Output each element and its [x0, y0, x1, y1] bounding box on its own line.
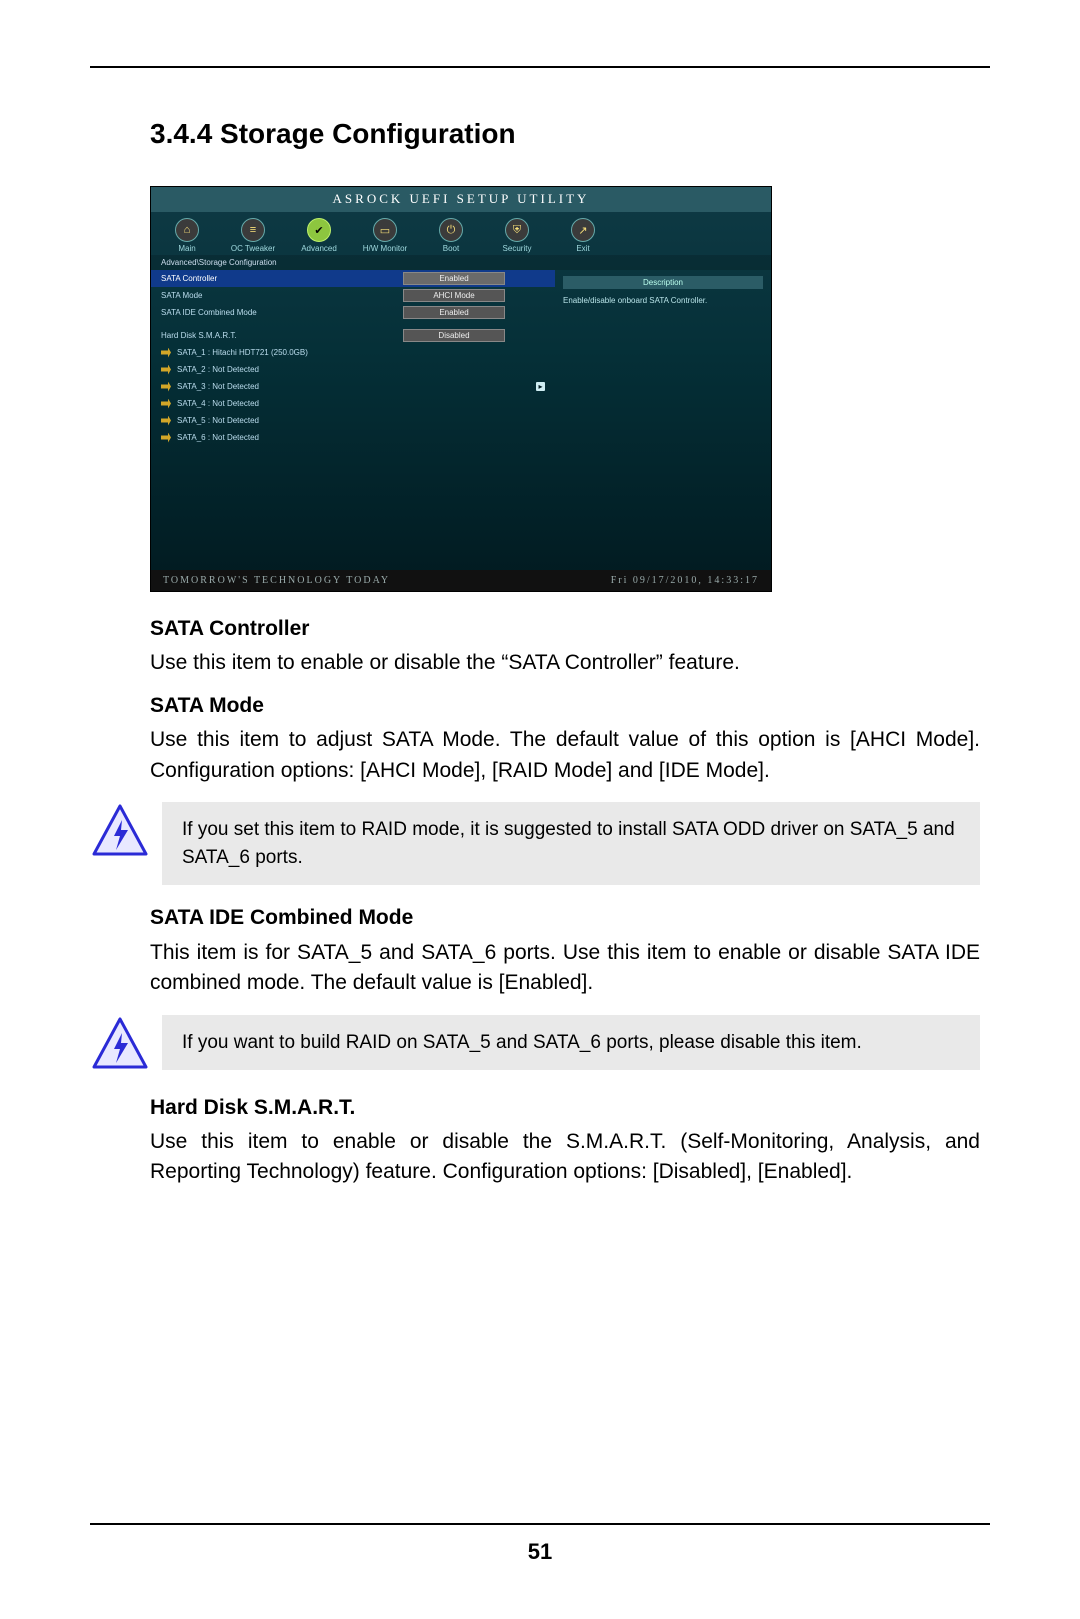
bios-body: SATA Controller Enabled SATA Mode AHCI M… [151, 270, 771, 570]
port-row[interactable]: SATA_4 : Not Detected [151, 395, 555, 412]
item-body-sata-ide-combined: This item is for SATA_5 and SATA_6 ports… [150, 938, 980, 999]
bios-options-pane: SATA Controller Enabled SATA Mode AHCI M… [151, 270, 555, 570]
drive-icon [161, 348, 171, 358]
submenu-arrow-icon: ▸ [536, 382, 545, 391]
option-label: SATA Mode [161, 291, 397, 300]
note-text: If you set this item to RAID mode, it is… [162, 802, 980, 885]
drive-icon [161, 365, 171, 375]
item-title-sata-mode: SATA Mode [150, 691, 980, 721]
option-sata-controller[interactable]: SATA Controller Enabled [151, 270, 555, 287]
tab-security[interactable]: ⛨ Security [489, 218, 545, 253]
tab-label: H/W Monitor [363, 244, 407, 253]
port-label: SATA_6 : Not Detected [177, 433, 545, 442]
port-label: SATA_4 : Not Detected [177, 399, 545, 408]
note-row: If you set this item to RAID mode, it is… [90, 802, 980, 885]
bios-titlebar: ASROCK UEFI SETUP UTILITY [151, 187, 771, 212]
power-icon: ⏻ [439, 218, 463, 242]
drive-icon [161, 399, 171, 409]
tab-boot[interactable]: ⏻ Boot [423, 218, 479, 253]
bios-tab-row: ⌂ Main ≡ OC Tweaker ✔ Advanced ▭ H/W Mon… [151, 212, 771, 255]
page-number: 51 [528, 1539, 552, 1564]
item-body-smart: Use this item to enable or disable the S… [150, 1127, 980, 1188]
drive-icon [161, 433, 171, 443]
port-row[interactable]: SATA_5 : Not Detected [151, 412, 555, 429]
port-label: SATA_3 : Not Detected [177, 382, 450, 391]
exit-icon: ↗ [571, 218, 595, 242]
option-value: Enabled [403, 306, 505, 319]
tab-label: Boot [443, 244, 459, 253]
port-row[interactable]: SATA_2 : Not Detected [151, 361, 555, 378]
option-label: Hard Disk S.M.A.R.T. [161, 331, 397, 340]
port-row[interactable]: SATA_1 : Hitachi HDT721 (250.0GB) [151, 344, 555, 361]
tab-label: Exit [576, 244, 589, 253]
option-hard-disk-smart[interactable]: Hard Disk S.M.A.R.T. Disabled [151, 327, 555, 344]
top-rule [90, 66, 990, 68]
bios-breadcrumb: Advanced\Storage Configuration [151, 255, 771, 270]
wrench-icon: ✔ [307, 218, 331, 242]
tab-exit[interactable]: ↗ Exit [555, 218, 611, 253]
note-text: If you want to build RAID on SATA_5 and … [162, 1015, 980, 1071]
port-label: SATA_1 : Hitachi HDT721 (250.0GB) [177, 348, 545, 357]
tab-advanced[interactable]: ✔ Advanced [291, 218, 347, 253]
item-title-smart: Hard Disk S.M.A.R.T. [150, 1093, 980, 1123]
note-row: If you want to build RAID on SATA_5 and … [90, 1015, 980, 1075]
monitor-icon: ▭ [373, 218, 397, 242]
tab-label: Main [178, 244, 195, 253]
page-footer: 51 [90, 1523, 990, 1565]
tab-main[interactable]: ⌂ Main [159, 218, 215, 253]
option-sata-mode[interactable]: SATA Mode AHCI Mode [151, 287, 555, 304]
bottom-rule [90, 1523, 990, 1525]
tab-label: Advanced [301, 244, 337, 253]
drive-icon [161, 382, 171, 392]
bios-footer-right: Fri 09/17/2010, 14:33:17 [611, 575, 759, 586]
option-value: AHCI Mode [403, 289, 505, 302]
tab-oc-tweaker[interactable]: ≡ OC Tweaker [225, 218, 281, 253]
description-text: Enable/disable onboard SATA Controller. [563, 295, 763, 306]
item-body-sata-mode: Use this item to adjust SATA Mode. The d… [150, 725, 980, 786]
option-value: Disabled [403, 329, 505, 342]
bios-screenshot: ASROCK UEFI SETUP UTILITY ⌂ Main ≡ OC Tw… [150, 186, 772, 592]
option-label: SATA IDE Combined Mode [161, 308, 397, 317]
tab-hw-monitor[interactable]: ▭ H/W Monitor [357, 218, 413, 253]
drive-icon [161, 416, 171, 426]
item-title-sata-controller: SATA Controller [150, 614, 980, 644]
sliders-icon: ≡ [241, 218, 265, 242]
lightning-warning-icon [90, 802, 150, 862]
section-title: 3.4.4 Storage Configuration [150, 118, 980, 150]
item-title-sata-ide-combined: SATA IDE Combined Mode [150, 903, 980, 933]
page-content: 3.4.4 Storage Configuration ASROCK UEFI … [150, 118, 980, 1188]
item-body-sata-controller: Use this item to enable or disable the “… [150, 648, 980, 678]
option-label: SATA Controller [161, 274, 397, 283]
port-label: SATA_2 : Not Detected [177, 365, 545, 374]
shield-icon: ⛨ [505, 218, 529, 242]
manual-page: 3.4.4 Storage Configuration ASROCK UEFI … [0, 0, 1080, 1619]
port-label: SATA_5 : Not Detected [177, 416, 545, 425]
option-sata-ide-combined[interactable]: SATA IDE Combined Mode Enabled [151, 304, 555, 321]
tab-label: Security [503, 244, 532, 253]
bios-description-pane: Description Enable/disable onboard SATA … [555, 270, 771, 570]
option-value: Enabled [403, 272, 505, 285]
description-heading: Description [563, 276, 763, 289]
lightning-warning-icon [90, 1015, 150, 1075]
bios-footer-left: TOMORROW'S TECHNOLOGY TODAY [163, 575, 390, 586]
port-row[interactable]: SATA_3 : Not Detected ▸ [151, 378, 555, 395]
tab-label: OC Tweaker [231, 244, 275, 253]
home-icon: ⌂ [175, 218, 199, 242]
bios-footer: TOMORROW'S TECHNOLOGY TODAY Fri 09/17/20… [151, 570, 771, 591]
port-row[interactable]: SATA_6 : Not Detected [151, 429, 555, 446]
